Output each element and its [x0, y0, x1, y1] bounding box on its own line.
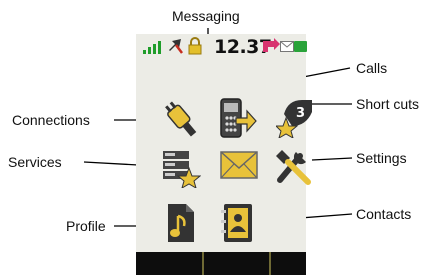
contacts-icon[interactable]: [220, 202, 256, 244]
missed-call-icon: [169, 39, 183, 54]
profile-label: Profile: [66, 218, 106, 234]
softkey-bar[interactable]: [136, 252, 306, 275]
short-cuts-label: Short cuts: [356, 96, 420, 112]
keypad-lock-icon: [188, 37, 202, 55]
calls-icon[interactable]: [219, 97, 257, 141]
calls-label: Calls: [356, 60, 388, 76]
settings-icon[interactable]: [274, 144, 314, 188]
settings-label: Settings: [356, 150, 407, 166]
settings-leader: [311, 157, 353, 161]
services-label: Services: [8, 154, 62, 170]
contacts-label: Contacts: [356, 206, 412, 222]
message-waiting-icon: [263, 38, 280, 52]
signal-bars-icon: [143, 41, 161, 54]
services-icon[interactable]: [161, 148, 201, 188]
softkey-divider: [269, 252, 271, 275]
battery-icon: [294, 41, 307, 52]
profile-icon[interactable]: [164, 202, 198, 244]
connections-label: Connections: [12, 112, 90, 128]
softkey-divider: [202, 252, 204, 275]
messaging-icon[interactable]: [219, 144, 259, 184]
envelope-icon: [280, 41, 294, 52]
short-cuts-icon[interactable]: 3: [276, 98, 314, 138]
svg-text:3: 3: [296, 106, 305, 121]
messaging-label: Messaging: [172, 8, 240, 24]
connections-icon[interactable]: [163, 100, 199, 140]
